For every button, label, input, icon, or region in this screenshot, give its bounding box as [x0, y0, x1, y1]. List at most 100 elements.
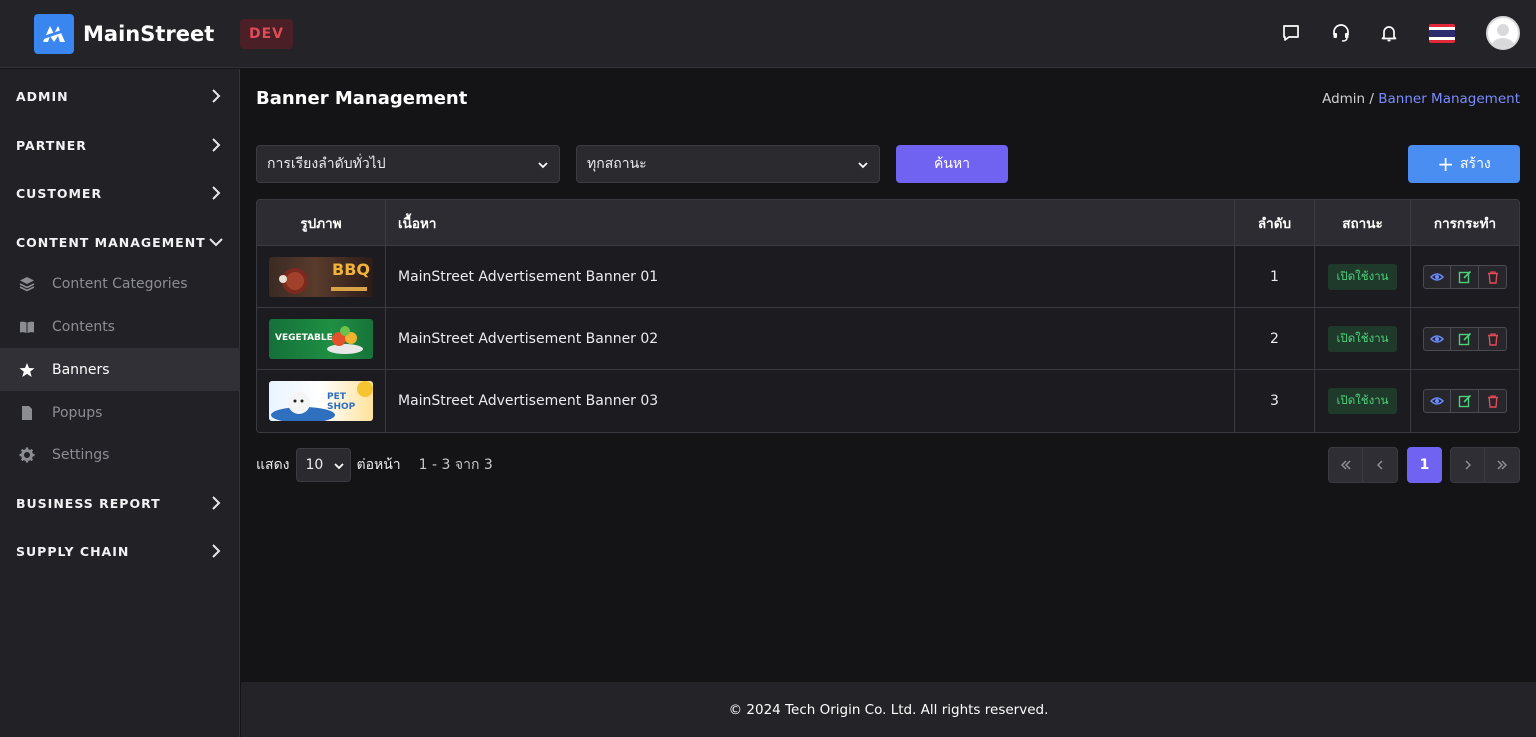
- footer: © 2024 Tech Origin Co. Ltd. All rights r…: [241, 682, 1536, 737]
- breadcrumb: Admin / Banner Management: [1322, 91, 1520, 107]
- status-select[interactable]: ทุกสถานะ: [576, 145, 880, 183]
- table-row: BBQ MainStreet Advertisement Banner 01 1…: [257, 246, 1519, 308]
- status-select-value: ทุกสถานะ: [587, 156, 647, 172]
- delete-button[interactable]: [1479, 389, 1507, 413]
- sidebar-item-content-categories[interactable]: Content Categories: [0, 262, 240, 305]
- create-button[interactable]: + สร้าง: [1408, 145, 1520, 183]
- sidebar-group-label: SUPPLY CHAIN: [16, 543, 130, 559]
- edit-icon: [1458, 394, 1471, 408]
- chevron-down-icon: [858, 162, 868, 169]
- order-cell: 2: [1235, 308, 1315, 369]
- layers-icon: [18, 275, 36, 293]
- trash-icon: [1487, 332, 1498, 346]
- table-row: PET SHOP MainStreet Advertisement Banner…: [257, 370, 1519, 432]
- status-cell: เปิดใช้งาน: [1315, 246, 1411, 307]
- trash-icon: [1487, 395, 1498, 408]
- chevron-down-icon: [333, 463, 344, 470]
- edit-icon: [1458, 270, 1471, 283]
- header-order: ลำดับ: [1235, 200, 1315, 245]
- thai-flag-icon[interactable]: [1429, 24, 1455, 43]
- edit-button[interactable]: [1451, 264, 1479, 289]
- sort-select-value: การเรียงลำดับทั่วไป: [267, 156, 386, 172]
- actions-cell: [1411, 308, 1519, 369]
- prev-page-button[interactable]: [1363, 447, 1398, 483]
- sidebar-group-partner[interactable]: PARTNER: [0, 121, 240, 169]
- sidebar-item-contents[interactable]: Contents: [0, 305, 240, 348]
- thumbnail-text: BBQ: [332, 259, 370, 279]
- next-page-button[interactable]: [1450, 447, 1485, 483]
- chat-icon[interactable]: [1279, 21, 1303, 45]
- edit-button[interactable]: [1451, 389, 1479, 413]
- pagination-prev-group: [1328, 447, 1398, 483]
- page-button-current[interactable]: 1: [1407, 447, 1442, 483]
- status-badge: เปิดใช้งาน: [1328, 388, 1397, 414]
- chevron-right-icon: [212, 138, 221, 152]
- create-button-label: สร้าง: [1460, 156, 1491, 172]
- sidebar-group-label: BUSINESS REPORT: [16, 495, 161, 511]
- headset-icon[interactable]: [1329, 21, 1353, 45]
- banner-thumbnail[interactable]: VEGETABLE: [269, 318, 373, 359]
- edit-button[interactable]: [1451, 326, 1479, 351]
- trash-icon: [1487, 270, 1498, 284]
- gear-icon: [18, 446, 36, 464]
- eye-icon: [1430, 334, 1444, 343]
- search-button[interactable]: ค้นหา: [896, 145, 1008, 183]
- sidebar-item-settings[interactable]: Settings: [0, 433, 240, 476]
- table-header: รูปภาพ เนื้อหา ลำดับ สถานะ การกระทำ: [257, 200, 1519, 246]
- chevron-right-icon: [212, 544, 221, 558]
- chevron-right-icon: [212, 89, 221, 103]
- double-chevron-right-icon: [1497, 460, 1508, 470]
- sidebar-group-label: CUSTOMER: [16, 185, 103, 201]
- view-button[interactable]: [1423, 326, 1451, 351]
- sidebar-item-label: Banners: [52, 361, 110, 378]
- delete-button[interactable]: [1479, 326, 1507, 351]
- actions-cell: [1411, 246, 1519, 307]
- header-content: เนื้อหา: [386, 200, 1235, 245]
- top-bar: MainStreet DEV: [0, 0, 1536, 68]
- breadcrumb-root[interactable]: Admin: [1322, 91, 1365, 107]
- delete-button[interactable]: [1479, 264, 1507, 289]
- plus-icon: +: [1437, 152, 1454, 176]
- chevron-right-icon: [1464, 460, 1471, 470]
- file-icon: [18, 404, 36, 422]
- double-chevron-left-icon: [1340, 460, 1351, 470]
- view-button[interactable]: [1423, 264, 1451, 289]
- sidebar-group-content-management[interactable]: CONTENT MANAGEMENT: [0, 218, 240, 266]
- sort-select[interactable]: การเรียงลำดับทั่วไป: [256, 145, 560, 183]
- image-cell: BBQ: [257, 246, 386, 307]
- last-page-button[interactable]: [1485, 447, 1520, 483]
- chevron-left-icon: [1376, 460, 1383, 470]
- status-badge: เปิดใช้งาน: [1328, 325, 1397, 352]
- sidebar-group-supply-chain[interactable]: SUPPLY CHAIN: [0, 527, 240, 575]
- breadcrumb-current: Banner Management: [1378, 91, 1520, 107]
- header-status: สถานะ: [1315, 200, 1411, 245]
- chevron-right-icon: [212, 186, 221, 200]
- sidebar-group-business-report[interactable]: BUSINESS REPORT: [0, 479, 240, 527]
- order-cell: 1: [1235, 246, 1315, 307]
- book-icon: [18, 318, 36, 336]
- first-page-button[interactable]: [1328, 447, 1363, 483]
- sidebar-item-popups[interactable]: Popups: [0, 391, 240, 434]
- sidebar-item-banners[interactable]: Banners: [0, 348, 240, 391]
- content-cell: MainStreet Advertisement Banner 01: [386, 246, 1235, 307]
- per-page-suffix: ต่อหน้า: [356, 457, 401, 473]
- brand-logo[interactable]: MainStreet: [34, 14, 214, 54]
- thumbnail-text: PET SHOP: [327, 392, 356, 412]
- content-cell: MainStreet Advertisement Banner 03: [386, 370, 1235, 432]
- banner-thumbnail[interactable]: PET SHOP: [269, 381, 373, 421]
- sidebar-item-label: Settings: [52, 446, 110, 463]
- per-page-select[interactable]: 10: [295, 448, 351, 482]
- thumbnail-text: VEGETABLE: [275, 332, 333, 343]
- bell-icon[interactable]: [1377, 21, 1401, 45]
- sidebar-group-admin[interactable]: ADMIN: [0, 72, 240, 120]
- header-image: รูปภาพ: [257, 200, 386, 245]
- sidebar-item-label: Contents: [52, 318, 115, 335]
- pagination-next-group: [1450, 447, 1520, 483]
- image-cell: PET SHOP: [257, 370, 386, 432]
- result-range: 1 - 3 จาก 3: [418, 457, 493, 473]
- banner-thumbnail[interactable]: BBQ: [269, 256, 373, 297]
- page-size-control: แสดง 10 ต่อหน้า 1 - 3 จาก 3: [256, 448, 493, 482]
- user-avatar[interactable]: [1486, 16, 1520, 50]
- sidebar-group-customer[interactable]: CUSTOMER: [0, 169, 240, 217]
- view-button[interactable]: [1423, 389, 1451, 413]
